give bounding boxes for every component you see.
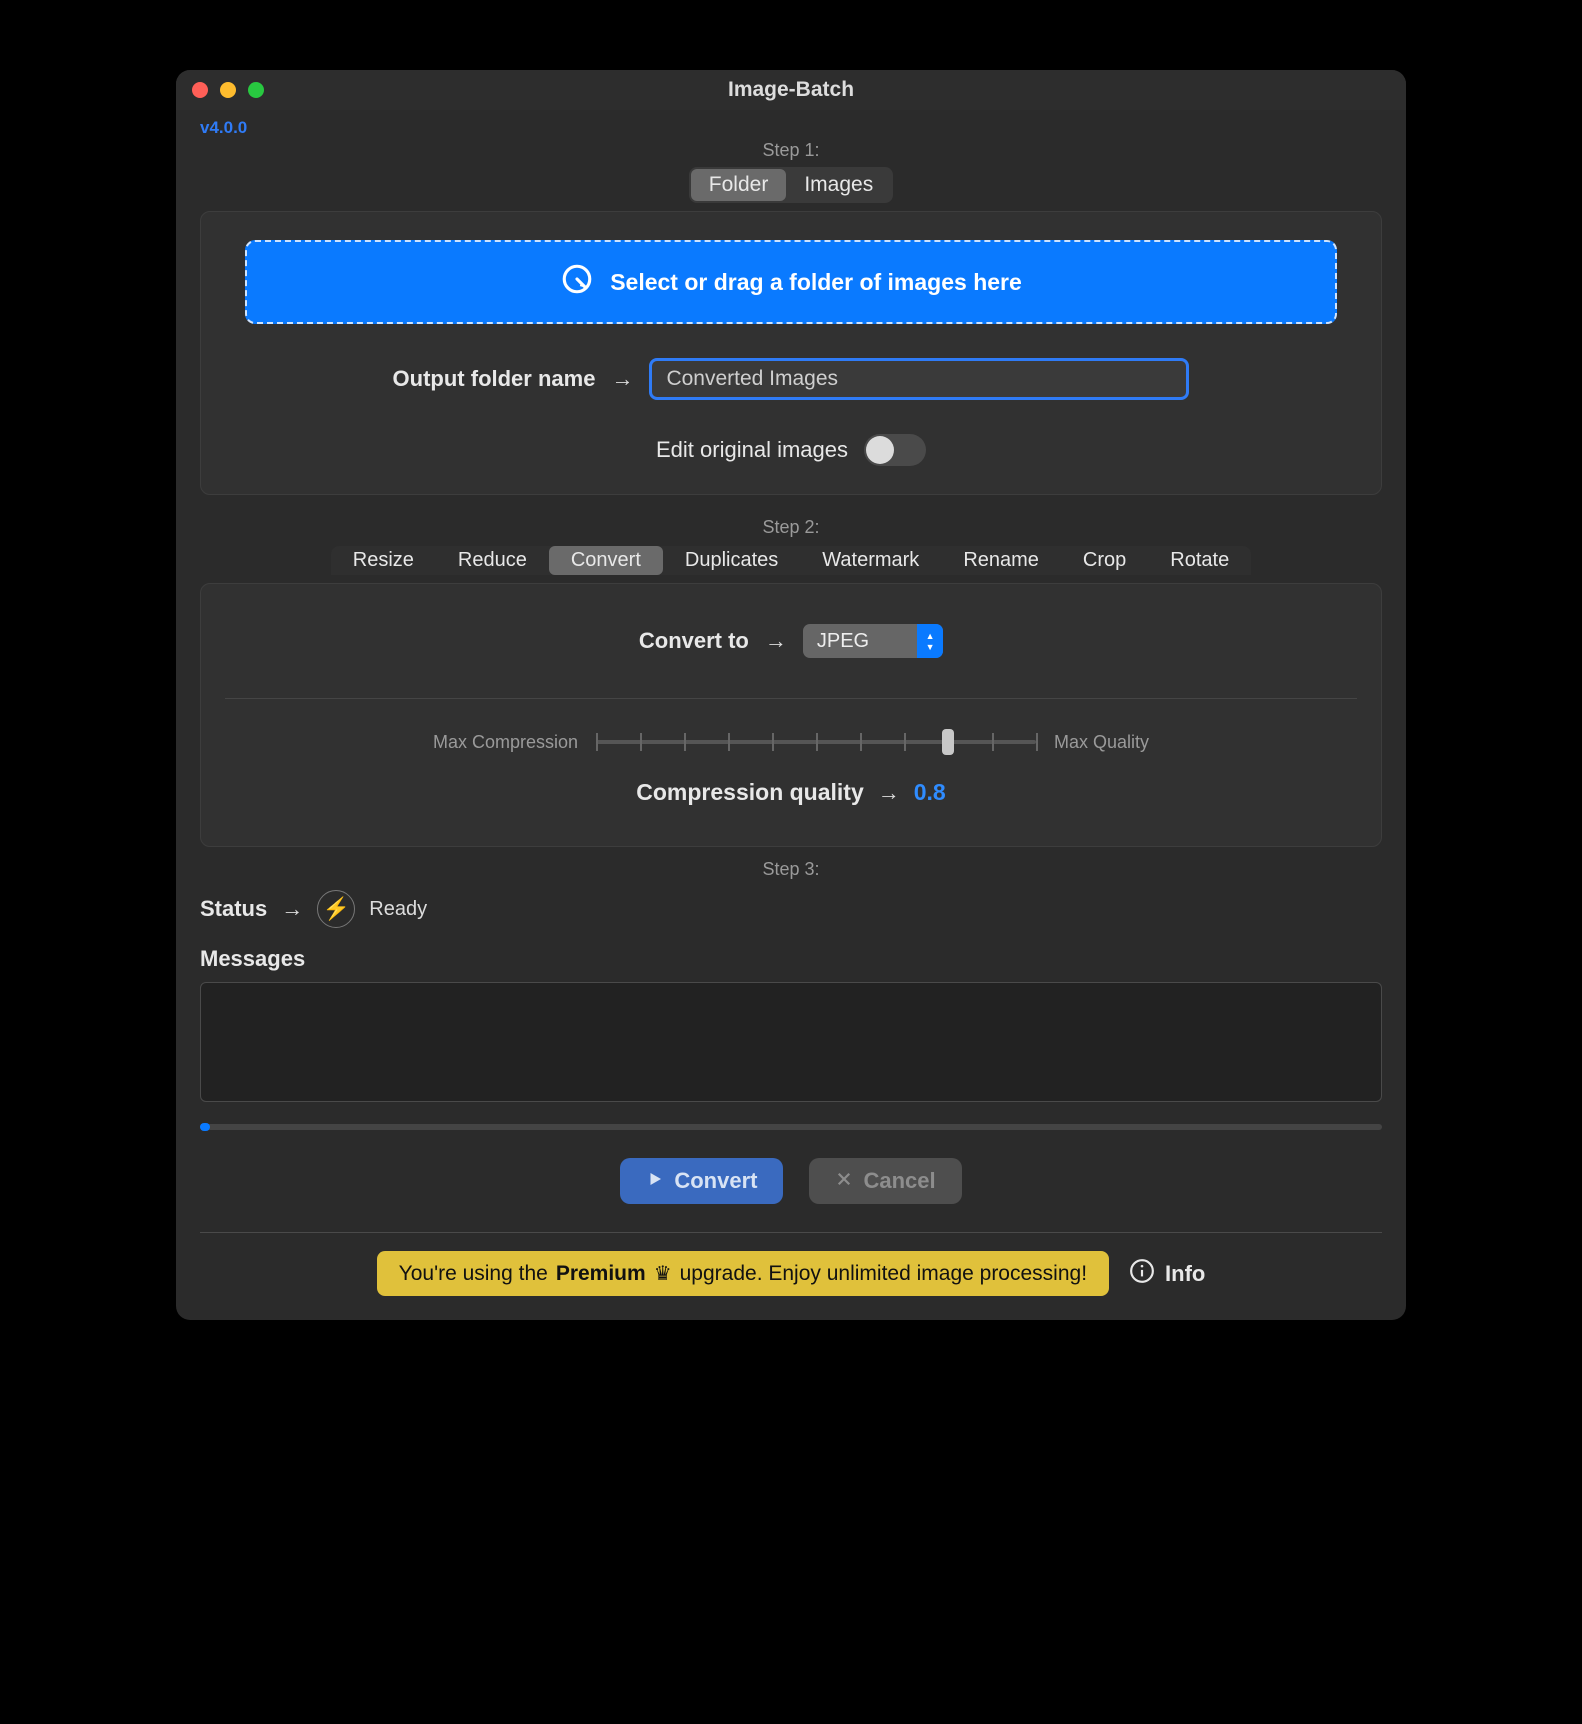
divider	[225, 698, 1357, 699]
step1-segmented-control: Folder Images	[689, 167, 893, 203]
app-window: Image-Batch v4.0.0 Step 1: Folder Images…	[176, 70, 1406, 1320]
progress-bar-fill	[200, 1123, 210, 1131]
banner-text-a: You're using the	[399, 1262, 548, 1286]
convert-to-label: Convert to	[639, 628, 749, 654]
convert-to-value: JPEG	[803, 630, 917, 653]
step3-label: Step 3:	[200, 859, 1382, 880]
close-icon	[835, 1168, 853, 1194]
info-icon	[1129, 1258, 1155, 1290]
window-title: Image-Batch	[176, 78, 1406, 102]
quality-label: Compression quality	[636, 779, 863, 806]
dropzone-cursor-icon	[560, 262, 594, 302]
banner-premium-word: Premium	[556, 1262, 646, 1286]
edit-original-toggle[interactable]	[864, 434, 926, 466]
version-label: v4.0.0	[200, 118, 1382, 138]
arrow-icon: →	[765, 628, 787, 654]
status-label: Status	[200, 896, 267, 922]
select-caret-icon: ▲▼	[917, 624, 943, 658]
slider-min-label: Max Compression	[433, 732, 578, 753]
tab-crop[interactable]: Crop	[1061, 546, 1148, 575]
step2-segmented-control: Resize Reduce Convert Duplicates Waterma…	[331, 546, 1251, 575]
convert-button-label: Convert	[674, 1168, 757, 1194]
tab-watermark[interactable]: Watermark	[800, 546, 941, 575]
arrow-icon: →	[611, 366, 633, 392]
toggle-knob	[866, 436, 894, 464]
crown-icon: ♛	[654, 1261, 672, 1286]
messages-label: Messages	[200, 946, 1382, 972]
status-value: Ready	[369, 898, 427, 921]
info-label: Info	[1165, 1261, 1205, 1287]
info-button[interactable]: Info	[1129, 1258, 1205, 1290]
cancel-button[interactable]: Cancel	[809, 1158, 961, 1204]
close-window-button[interactable]	[192, 82, 208, 98]
arrow-icon: →	[281, 896, 303, 922]
bolt-icon: ⚡	[323, 896, 350, 922]
step1-label: Step 1:	[200, 140, 1382, 161]
traffic-lights	[192, 82, 264, 98]
tab-resize[interactable]: Resize	[331, 546, 436, 575]
progress-bar	[200, 1124, 1382, 1130]
cancel-button-label: Cancel	[863, 1168, 935, 1194]
tab-folder[interactable]: Folder	[691, 169, 787, 201]
step1-panel: Select or drag a folder of images here O…	[200, 211, 1382, 495]
arrow-icon: →	[878, 780, 900, 806]
slider-max-label: Max Quality	[1054, 732, 1149, 753]
tab-images[interactable]: Images	[786, 169, 891, 201]
titlebar: Image-Batch	[176, 70, 1406, 110]
divider	[200, 1232, 1382, 1233]
fullscreen-window-button[interactable]	[248, 82, 264, 98]
premium-banner: You're using the Premium ♛ upgrade. Enjo…	[377, 1251, 1109, 1296]
minimize-window-button[interactable]	[220, 82, 236, 98]
quality-value: 0.8	[914, 779, 946, 806]
quality-slider[interactable]	[596, 729, 1036, 755]
tab-rename[interactable]: Rename	[941, 546, 1061, 575]
step2-panel: Convert to → JPEG ▲▼ Max Compression	[200, 583, 1382, 847]
convert-to-select[interactable]: JPEG ▲▼	[803, 624, 943, 658]
tab-convert[interactable]: Convert	[549, 546, 663, 575]
banner-text-b: upgrade. Enjoy unlimited image processin…	[680, 1262, 1087, 1286]
step2-label: Step 2:	[200, 517, 1382, 538]
output-folder-value: Converted Images	[666, 367, 838, 390]
slider-thumb[interactable]	[942, 729, 954, 755]
messages-box[interactable]	[200, 982, 1382, 1102]
output-folder-input[interactable]: Converted Images	[649, 358, 1189, 400]
folder-dropzone[interactable]: Select or drag a folder of images here	[245, 240, 1337, 324]
tab-rotate[interactable]: Rotate	[1148, 546, 1251, 575]
tab-reduce[interactable]: Reduce	[436, 546, 549, 575]
dropzone-label: Select or drag a folder of images here	[610, 269, 1022, 296]
play-icon	[646, 1168, 664, 1194]
status-badge: ⚡	[317, 890, 355, 928]
convert-button[interactable]: Convert	[620, 1158, 783, 1204]
output-folder-label: Output folder name	[393, 366, 596, 392]
tab-duplicates[interactable]: Duplicates	[663, 546, 800, 575]
edit-original-label: Edit original images	[656, 437, 848, 463]
